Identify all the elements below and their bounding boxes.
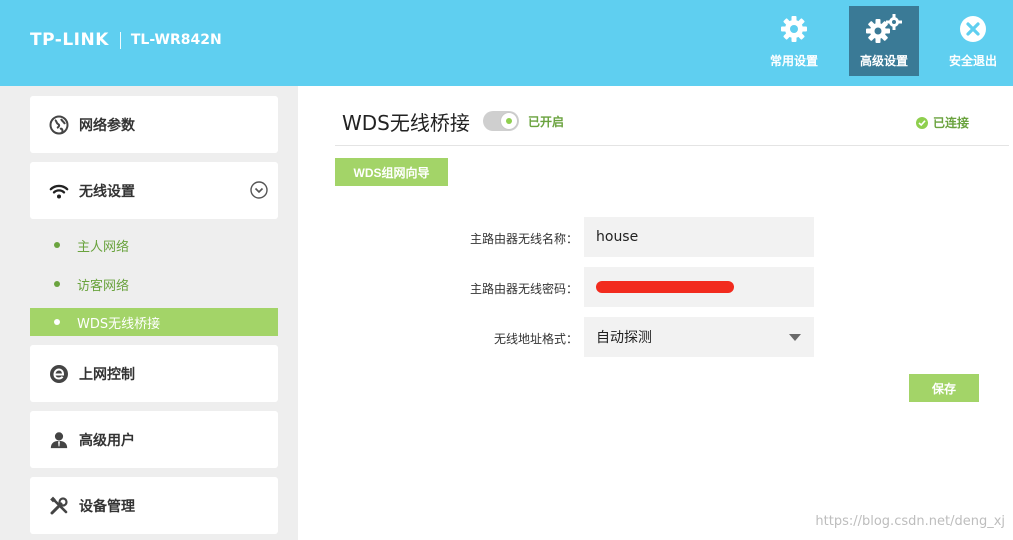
brand-separator: [119, 31, 121, 49]
bullet-dot: [54, 319, 60, 325]
chevron-down-icon[interactable]: [250, 181, 268, 203]
sidebar-item-network[interactable]: 网络参数: [30, 96, 278, 153]
ssid-input[interactable]: house: [584, 217, 814, 257]
divider: [335, 145, 1009, 146]
bullet-dot: [54, 281, 60, 287]
sidebar-item-device-management[interactable]: 设备管理: [30, 477, 278, 534]
sidebar-item-wireless[interactable]: 无线设置: [30, 162, 278, 219]
address-format-value: 自动探测: [596, 330, 652, 346]
close-circle-icon: [938, 14, 1008, 44]
sidebar-subitem-host-network[interactable]: 主人网络: [30, 231, 278, 259]
password-redaction: [596, 281, 734, 293]
sidebar-item-label: 无线设置: [79, 183, 135, 200]
page-title: WDS无线桥接: [342, 111, 470, 135]
nav-logout[interactable]: 安全退出: [938, 6, 1008, 76]
check-circle-icon: [916, 116, 928, 129]
sidebar-item-label: 上网控制: [79, 366, 135, 383]
sidebar-subitem-label: 主人网络: [77, 239, 130, 255]
top-header: TP-LINK TL-WR842N 常用设置 高级设置 安全退出: [0, 0, 1013, 86]
wds-toggle-switch[interactable]: [483, 111, 519, 131]
password-input[interactable]: [584, 267, 814, 307]
connection-status-text: 已连接: [933, 116, 970, 130]
sidebar-item-label: 高级用户: [79, 432, 135, 449]
ssid-label: 主路由器无线名称：: [469, 232, 578, 246]
main-content: WDS无线桥接 已开启 已连接 WDS组网向导 主路由器无线名称： house …: [298, 86, 1013, 540]
nav-label: 安全退出: [948, 54, 997, 68]
gears-icon: [849, 14, 919, 44]
watermark: https://blog.csdn.net/deng_xj: [815, 514, 1005, 529]
user-icon: [49, 430, 69, 450]
bullet-dot: [54, 242, 60, 248]
tools-icon: [49, 496, 69, 516]
wds-wizard-button[interactable]: WDS组网向导: [335, 158, 448, 186]
address-format-label: 无线地址格式：: [493, 332, 578, 346]
nav-common-settings[interactable]: 常用设置: [759, 6, 829, 76]
nav-label: 高级设置: [859, 54, 908, 68]
nav-label: 常用设置: [769, 54, 818, 68]
sidebar: 网络参数 无线设置 主人网络 访客网络 WDS无线桥接 上网控制 高级用户 设备…: [0, 86, 298, 540]
wifi-icon: [49, 181, 69, 201]
gear-icon: [759, 14, 829, 44]
dropdown-arrow-icon: [789, 334, 801, 341]
sidebar-subitem-guest-network[interactable]: 访客网络: [30, 270, 278, 298]
tp-link-logo: TP-LINK: [30, 30, 109, 50]
sidebar-item-label: 网络参数: [79, 117, 135, 134]
toggle-status-text: 已开启: [528, 115, 565, 129]
connection-status: 已连接: [916, 114, 969, 131]
ie-icon: [49, 364, 69, 384]
sidebar-item-internet-control[interactable]: 上网控制: [30, 345, 278, 402]
sidebar-item-label: 设备管理: [79, 498, 135, 515]
sidebar-subitem-wds-bridge[interactable]: WDS无线桥接: [30, 308, 278, 336]
brand: TP-LINK TL-WR842N: [30, 28, 222, 52]
globe-icon: [49, 115, 69, 135]
sidebar-subitem-label: 访客网络: [77, 278, 130, 294]
nav-advanced-settings[interactable]: 高级设置: [849, 6, 919, 76]
address-format-select[interactable]: 自动探测: [584, 317, 814, 357]
model-name: TL-WR842N: [130, 32, 222, 48]
password-label: 主路由器无线密码：: [469, 282, 578, 296]
save-button[interactable]: 保存: [909, 374, 979, 402]
sidebar-item-advanced-users[interactable]: 高级用户: [30, 411, 278, 468]
toggle-knob: [500, 112, 518, 130]
ssid-value: house: [596, 229, 639, 245]
sidebar-subitem-label: WDS无线桥接: [77, 316, 161, 332]
